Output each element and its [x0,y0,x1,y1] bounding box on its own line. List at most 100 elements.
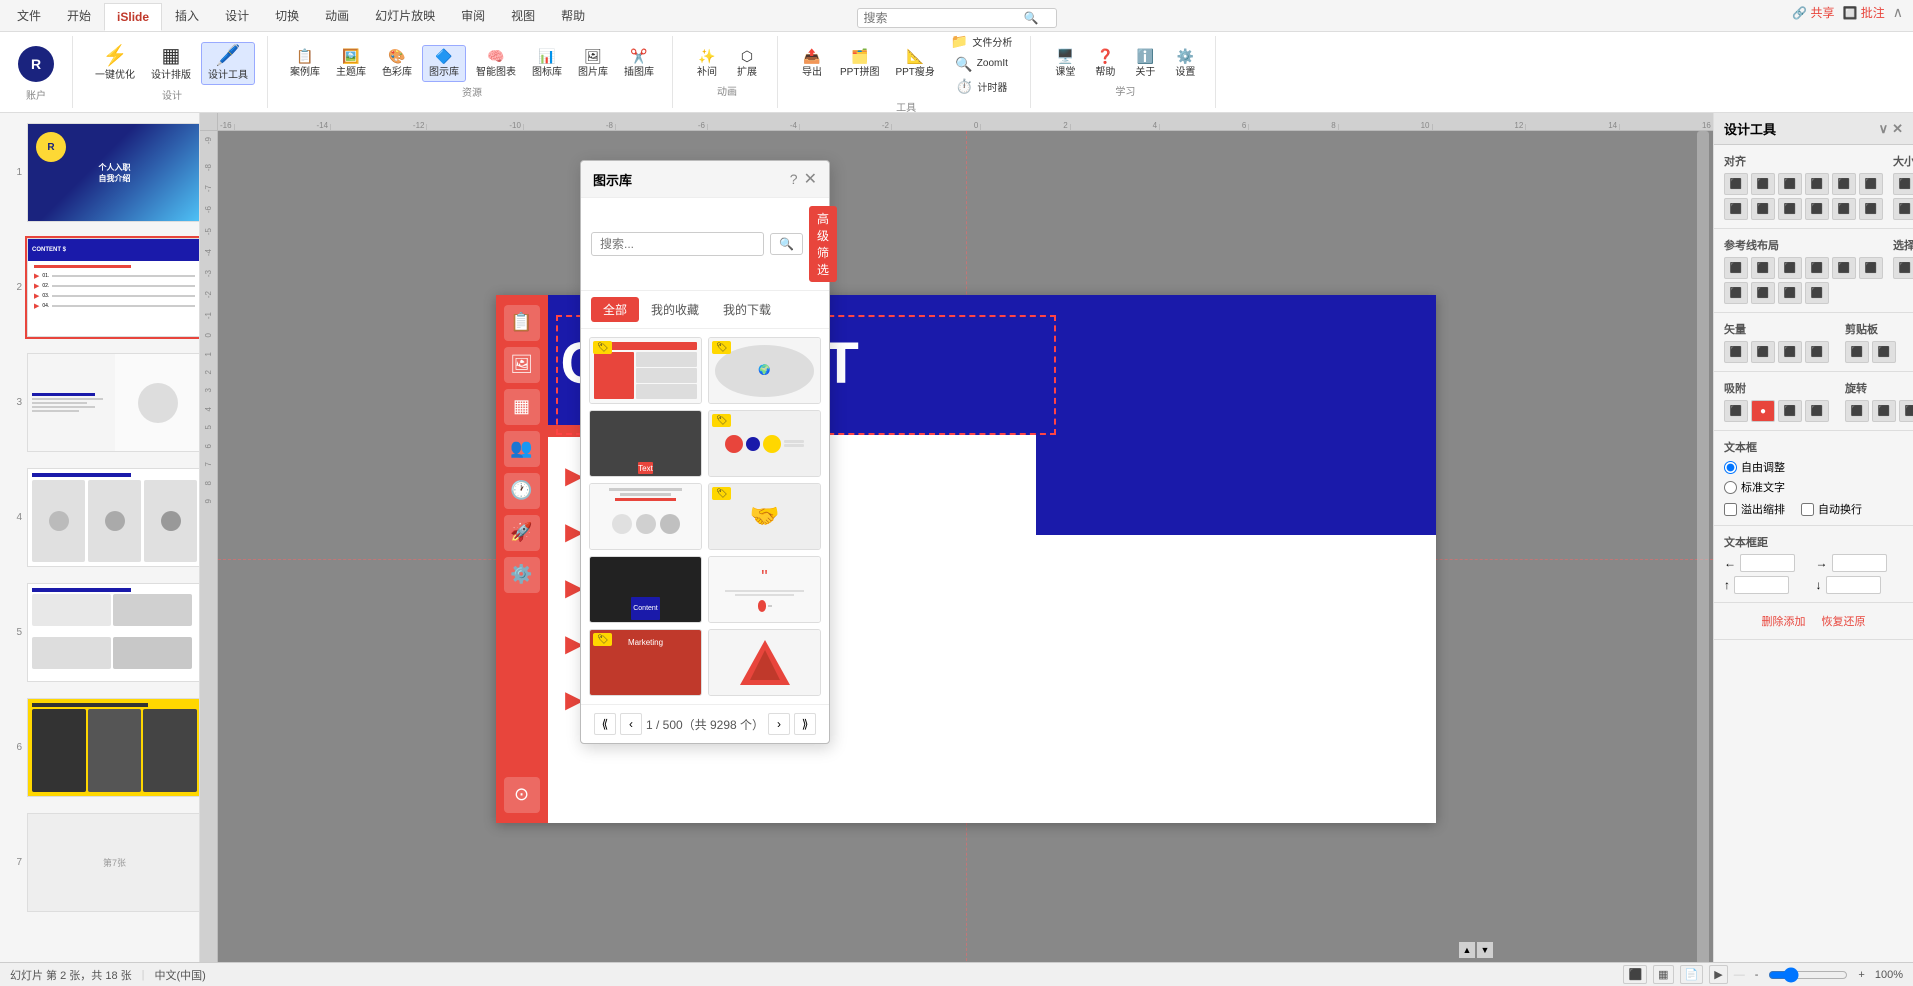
slide-item-4[interactable] [25,466,200,569]
help-btn[interactable]: ❓帮助 [1087,46,1123,81]
tween-btn[interactable]: ✨补间 [689,46,725,81]
ref-btn-4[interactable]: ⬛ [1805,257,1829,279]
design-layout-btn[interactable]: ▦ 设计排版 [145,43,197,84]
close-panel-button[interactable]: ∧ [1893,4,1903,21]
icon-tab-all[interactable]: 全部 [591,297,639,322]
vec-btn-3[interactable]: ⬛ [1778,341,1802,363]
vec-btn-4[interactable]: ⬛ [1805,341,1829,363]
align-btn-11[interactable]: ⬛ [1832,198,1856,220]
design-tools-close[interactable]: ✕ [1892,121,1903,137]
icon-card-9[interactable]: Marketing 🏷 [589,629,702,696]
view-read-btn[interactable]: 📄 [1680,965,1704,984]
icon-card-4[interactable]: 🏷 [708,410,821,477]
smart-chart-btn[interactable]: 🧠智能图表 [470,46,522,81]
image-library-btn[interactable]: 🖼图片库 [572,46,614,81]
zoomit-btn[interactable]: 🔍ZoomIt [945,54,1018,74]
icon-card-6[interactable]: 🤝 🏷 [708,483,821,550]
ref-btn-9[interactable]: ⬛ [1778,282,1802,304]
icon-tab-favorites[interactable]: 我的收藏 [639,297,711,322]
rot-btn-3[interactable]: ⬛ [1899,400,1913,422]
icon-search-input[interactable] [591,232,764,256]
slide-item-5[interactable] [25,581,200,684]
ref-btn-6[interactable]: ⬛ [1859,257,1883,279]
icon-library-btn[interactable]: 🔷图示库 [422,45,466,82]
tab-insert[interactable]: 插入 [162,0,212,31]
v-scrollbar[interactable] [1697,131,1709,986]
icon-tab-downloads[interactable]: 我的下载 [711,297,783,322]
ref-btn-2[interactable]: ⬛ [1751,257,1775,279]
align-btn-7[interactable]: ⬛ [1724,198,1748,220]
align-btn-5[interactable]: ⬛ [1832,173,1856,195]
tab-review[interactable]: 审阅 [448,0,498,31]
zoom-slider[interactable] [1768,967,1848,983]
clip-btn-1[interactable]: ⬛ [1845,341,1869,363]
tab-slideshow[interactable]: 幻灯片放映 [362,0,448,31]
page-prev-btn[interactable]: ‹ [620,713,642,735]
right-distance-input[interactable] [1832,554,1887,572]
tab-animation[interactable]: 动画 [312,0,362,31]
color-library-btn[interactable]: 🎨色彩库 [376,46,418,81]
top-distance-input[interactable] [1734,576,1789,594]
ref-btn-8[interactable]: ⬛ [1751,282,1775,304]
view-slideshow-btn[interactable]: ▶ [1709,965,1727,984]
ads-btn-2[interactable]: ● [1751,400,1775,422]
align-btn-3[interactable]: ⬛ [1778,173,1802,195]
size-btn-1[interactable]: ⬛ [1893,173,1913,195]
ppt-slim-btn[interactable]: 📐PPT瘦身 [889,46,940,81]
align-btn-9[interactable]: ⬛ [1778,198,1802,220]
check-autowrap[interactable]: 自动换行 [1801,501,1862,517]
tab-file[interactable]: 文件 [4,0,54,31]
tab-switch[interactable]: 切换 [262,0,312,31]
ppt-collage-btn[interactable]: 🗂️PPT拼图 [834,46,885,81]
icon-store-btn[interactable]: 📊图标库 [526,46,568,81]
share-button[interactable]: 🔗 共享 [1792,4,1834,21]
ads-btn-3[interactable]: ⬛ [1778,400,1802,422]
icon-card-1[interactable]: 🏷 [589,337,702,404]
align-btn-8[interactable]: ⬛ [1751,198,1775,220]
rot-btn-2[interactable]: ⬛ [1872,400,1896,422]
align-btn-2[interactable]: ⬛ [1751,173,1775,195]
ads-btn-1[interactable]: ⬛ [1724,400,1748,422]
restore-btn[interactable]: 恢复还原 [1818,611,1870,631]
icon-card-7[interactable]: Content [589,556,702,623]
rot-btn-1[interactable]: ⬛ [1845,400,1869,422]
about-btn[interactable]: ℹ️关于 [1127,46,1163,81]
icon-card-2[interactable]: 🌍 🏷 [708,337,821,404]
ref-btn-7[interactable]: ⬛ [1724,282,1748,304]
icon-filter-button[interactable]: 高级筛选 [809,206,837,282]
tab-help[interactable]: 帮助 [548,0,598,31]
view-normal-btn[interactable]: ⬛ [1623,965,1647,984]
tab-islide[interactable]: iSlide [104,3,162,31]
icon-card-8[interactable]: " [708,556,821,623]
left-distance-input[interactable] [1740,554,1795,572]
vec-btn-2[interactable]: ⬛ [1751,341,1775,363]
align-btn-12[interactable]: ⬛ [1859,198,1883,220]
radio-free-adjust[interactable]: 自由调整 [1724,459,1903,475]
slide-canvas-area[interactable]: 📋 🖼 ▦ 👥 🕐 🚀 ⚙️ ⊙ CONTENT [218,131,1713,986]
tab-design[interactable]: 设计 [212,0,262,31]
ref-btn-10[interactable]: ⬛ [1805,282,1829,304]
zoom-out-btn[interactable]: - [1751,967,1763,983]
design-tools-btn[interactable]: 🖊️ 设计工具 [201,42,255,85]
review-button[interactable]: 🔲 批注 [1842,4,1884,21]
one-key-optimize-btn[interactable]: ⚡ 一键优化 [89,43,141,84]
settings-btn[interactable]: ⚙️设置 [1167,46,1203,81]
export-btn[interactable]: 📤导出 [794,46,830,81]
icon-card-10[interactable] [708,629,821,696]
page-last-btn[interactable]: ⟫ [794,713,816,735]
illustration-library-btn[interactable]: ✂️插图库 [618,46,660,81]
zoom-in-btn[interactable]: + [1854,967,1868,983]
ref-btn-5[interactable]: ⬛ [1832,257,1856,279]
search-input[interactable] [864,11,1024,25]
ref-btn-1[interactable]: ⬛ [1724,257,1748,279]
size-btn-7[interactable]: ⬛ [1893,198,1913,220]
timer-btn[interactable]: ⏱️计时器 [945,76,1018,97]
case-library-btn[interactable]: 📋案例库 [284,46,326,81]
slide-item-3[interactable] [25,351,200,454]
align-btn-6[interactable]: ⬛ [1859,173,1883,195]
icon-card-5[interactable] [589,483,702,550]
theme-library-btn[interactable]: 🖼️主题库 [330,46,372,81]
align-btn-1[interactable]: ⬛ [1724,173,1748,195]
tab-start[interactable]: 开始 [54,0,104,31]
account-btn[interactable]: R [12,43,60,85]
